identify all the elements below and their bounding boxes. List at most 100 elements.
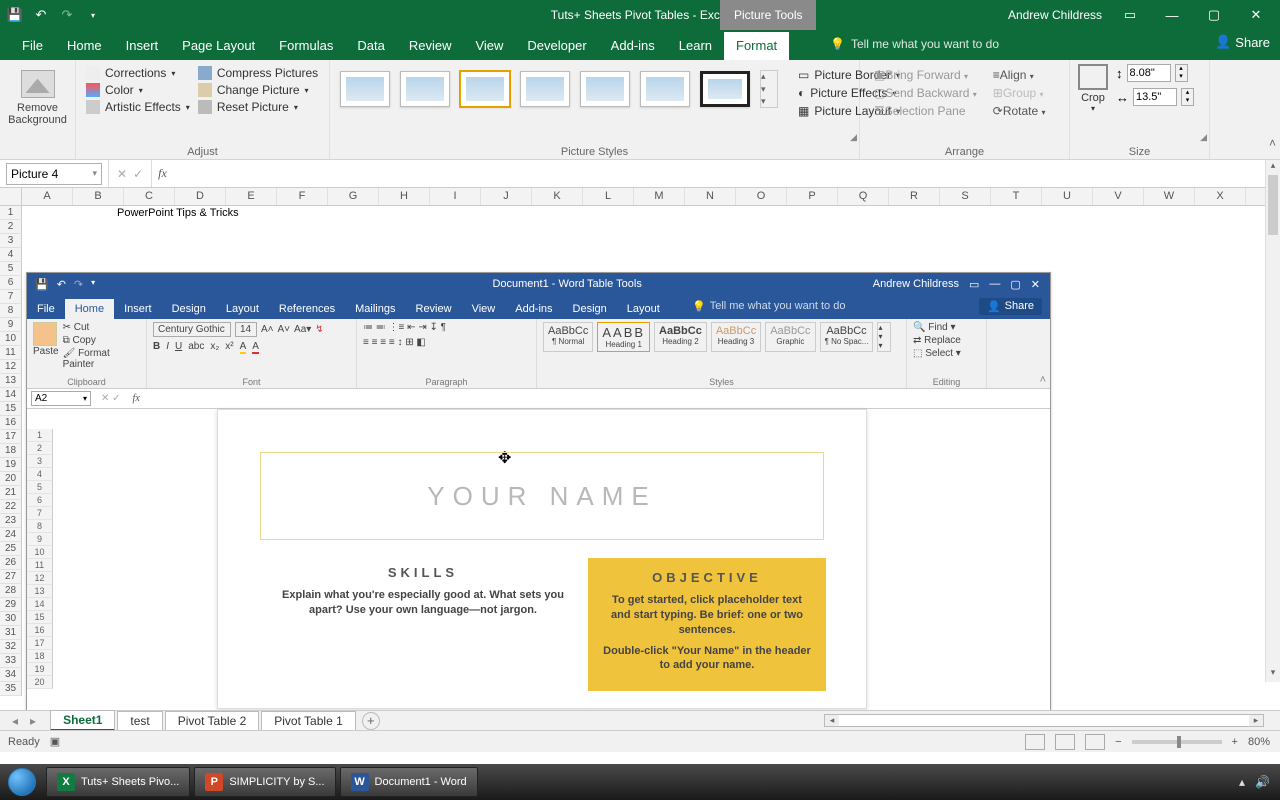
tab-data[interactable]: Data xyxy=(345,32,396,60)
scroll-thumb[interactable] xyxy=(1268,175,1278,235)
redo-icon[interactable]: ↷ xyxy=(58,6,76,24)
user-name[interactable]: Andrew Childress xyxy=(1008,8,1102,22)
col-header[interactable]: A xyxy=(22,188,73,205)
row-header[interactable]: 21 xyxy=(0,486,22,500)
col-header[interactable]: J xyxy=(481,188,532,205)
enter-formula-icon[interactable]: ✓ xyxy=(133,167,143,181)
rotate-button[interactable]: ⟳Rotate ▾ xyxy=(993,104,1046,118)
crop-button[interactable]: Crop ▾ xyxy=(1078,64,1108,113)
col-header[interactable]: K xyxy=(532,188,583,205)
share-button[interactable]: 👤 Share xyxy=(1215,34,1270,50)
col-header[interactable]: Q xyxy=(838,188,889,205)
row-header[interactable]: 28 xyxy=(0,584,22,598)
col-header[interactable]: O xyxy=(736,188,787,205)
change-picture-button[interactable]: Change Picture ▾ xyxy=(198,83,318,97)
style-thumb-3[interactable] xyxy=(460,71,510,107)
group-button[interactable]: ⊞Group ▾ xyxy=(993,86,1046,100)
row-header[interactable]: 23 xyxy=(0,514,22,528)
qat-dropdown-icon[interactable]: ▾ xyxy=(84,6,102,24)
style-thumb-5[interactable] xyxy=(580,71,630,107)
row-header[interactable]: 19 xyxy=(0,458,22,472)
col-header[interactable]: M xyxy=(634,188,685,205)
collapse-ribbon-icon[interactable]: ˄ xyxy=(1269,136,1276,150)
undo-icon[interactable]: ↶ xyxy=(32,6,50,24)
hscroll-right-icon[interactable]: ▸ xyxy=(1249,715,1263,726)
width-spinner[interactable]: ▴▾ xyxy=(1181,88,1194,106)
row-header[interactable]: 26 xyxy=(0,556,22,570)
minimize-icon[interactable]: — xyxy=(1158,5,1186,25)
sheet-tab-pivot1[interactable]: Pivot Table 1 xyxy=(261,711,356,730)
tab-learn[interactable]: Learn xyxy=(667,32,724,60)
row-header[interactable]: 9 xyxy=(0,318,22,332)
zoom-slider[interactable] xyxy=(1132,740,1222,744)
tab-developer[interactable]: Developer xyxy=(515,32,598,60)
size-launcher-icon[interactable]: ◢ xyxy=(1200,132,1207,143)
style-thumb-6[interactable] xyxy=(640,71,690,107)
col-header[interactable]: T xyxy=(991,188,1042,205)
align-button[interactable]: ≡Align ▾ xyxy=(993,68,1046,82)
row-header[interactable]: 31 xyxy=(0,626,22,640)
select-all-corner[interactable] xyxy=(0,188,22,205)
save-icon[interactable]: 💾 xyxy=(6,6,24,24)
col-header[interactable]: G xyxy=(328,188,379,205)
col-header[interactable]: X xyxy=(1195,188,1246,205)
name-box-dropdown-icon[interactable]: ▾ xyxy=(92,168,97,179)
row-header[interactable]: 30 xyxy=(0,612,22,626)
zoom-in-icon[interactable]: + xyxy=(1232,736,1238,748)
row-header[interactable]: 29 xyxy=(0,598,22,612)
row-header[interactable]: 18 xyxy=(0,444,22,458)
styles-launcher-icon[interactable]: ◢ xyxy=(850,132,857,143)
tab-page-layout[interactable]: Page Layout xyxy=(170,32,267,60)
fx-icon[interactable]: fx xyxy=(152,166,173,181)
taskbar-word[interactable]: WDocument1 - Word xyxy=(340,767,478,797)
row-header[interactable]: 12 xyxy=(0,360,22,374)
tab-review[interactable]: Review xyxy=(397,32,464,60)
tab-format[interactable]: Format xyxy=(724,32,789,60)
row-header[interactable]: 4 xyxy=(0,248,22,262)
reset-picture-button[interactable]: Reset Picture ▾ xyxy=(198,100,318,114)
row-header[interactable]: 7 xyxy=(0,290,22,304)
tab-home[interactable]: Home xyxy=(55,32,114,60)
row-header[interactable]: 5 xyxy=(0,262,22,276)
height-input[interactable] xyxy=(1127,64,1171,82)
embedded-picture-word[interactable]: 💾 ↶ ↷ ▾ Document1 - Word Table Tools And… xyxy=(26,272,1051,710)
corrections-button[interactable]: Corrections ▾ xyxy=(86,66,190,80)
row-header[interactable]: 20 xyxy=(0,472,22,486)
col-header[interactable]: V xyxy=(1093,188,1144,205)
col-header[interactable]: B xyxy=(73,188,124,205)
row-header[interactable]: 10 xyxy=(0,332,22,346)
maximize-icon[interactable]: ▢ xyxy=(1200,5,1228,25)
row-header[interactable]: 27 xyxy=(0,570,22,584)
col-header[interactable]: P xyxy=(787,188,838,205)
col-header[interactable]: R xyxy=(889,188,940,205)
view-normal-icon[interactable] xyxy=(1025,734,1045,750)
col-header[interactable]: I xyxy=(430,188,481,205)
row-header[interactable]: 16 xyxy=(0,416,22,430)
col-header[interactable]: E xyxy=(226,188,277,205)
row-header[interactable]: 8 xyxy=(0,304,22,318)
row-header[interactable]: 14 xyxy=(0,388,22,402)
row-header[interactable]: 34 xyxy=(0,668,22,682)
width-input[interactable] xyxy=(1133,88,1177,106)
cancel-formula-icon[interactable]: ✕ xyxy=(117,167,127,181)
hscroll-left-icon[interactable]: ◂ xyxy=(825,715,839,726)
zoom-out-icon[interactable]: − xyxy=(1115,736,1121,748)
row-header[interactable]: 6 xyxy=(0,276,22,290)
artistic-effects-button[interactable]: Artistic Effects ▾ xyxy=(86,100,190,114)
col-header[interactable]: C xyxy=(124,188,175,205)
close-icon[interactable]: ✕ xyxy=(1242,5,1270,25)
horizontal-scrollbar[interactable]: ◂ ▸ xyxy=(824,714,1264,727)
col-header[interactable]: W xyxy=(1144,188,1195,205)
col-header[interactable]: L xyxy=(583,188,634,205)
tab-file[interactable]: File xyxy=(10,32,55,60)
height-spinner[interactable]: ▴▾ xyxy=(1175,64,1188,82)
compress-pictures-button[interactable]: Compress Pictures xyxy=(198,66,318,80)
row-header[interactable]: 13 xyxy=(0,374,22,388)
tray-up-icon[interactable]: ▴ xyxy=(1239,775,1245,789)
tab-addins[interactable]: Add-ins xyxy=(599,32,667,60)
start-button[interactable] xyxy=(0,764,44,800)
remove-background-button[interactable]: Remove Background xyxy=(6,64,69,126)
zoom-level[interactable]: 80% xyxy=(1248,736,1270,748)
sheet-tab-test[interactable]: test xyxy=(117,711,162,730)
row-header[interactable]: 17 xyxy=(0,430,22,444)
